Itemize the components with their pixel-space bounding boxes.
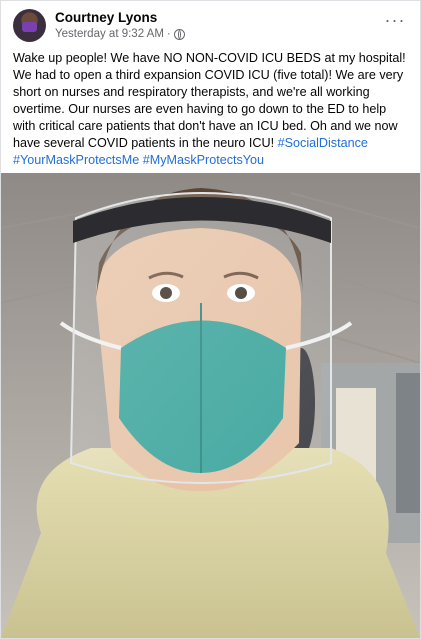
- author-name[interactable]: Courtney Lyons: [55, 10, 157, 25]
- post-meta: Yesterday at 9:32 AM ·: [55, 28, 185, 40]
- hashtag-mymaskprotectsyou[interactable]: #MyMaskProtectsYou: [143, 153, 264, 167]
- avatar[interactable]: [13, 9, 46, 42]
- post-photo[interactable]: [1, 173, 420, 638]
- post-timestamp[interactable]: Yesterday at 9:32 AM: [55, 28, 164, 40]
- selfie-illustration: [1, 173, 420, 638]
- facebook-post: Courtney Lyons Yesterday at 9:32 AM · ··…: [0, 0, 421, 639]
- globe-icon[interactable]: [173, 28, 185, 40]
- hashtag-socialdistance[interactable]: #SocialDistance: [278, 136, 368, 150]
- more-options-button[interactable]: ···: [382, 11, 408, 35]
- meta-separator: ·: [166, 28, 171, 40]
- post-header: Courtney Lyons Yesterday at 9:32 AM · ··…: [13, 9, 408, 43]
- post-text: Wake up people! We have NO NON-COVID ICU…: [13, 50, 411, 169]
- hashtag-yourmaskprotectsme[interactable]: #YourMaskProtectsMe: [13, 153, 139, 167]
- avatar-mask-detail: [22, 22, 37, 32]
